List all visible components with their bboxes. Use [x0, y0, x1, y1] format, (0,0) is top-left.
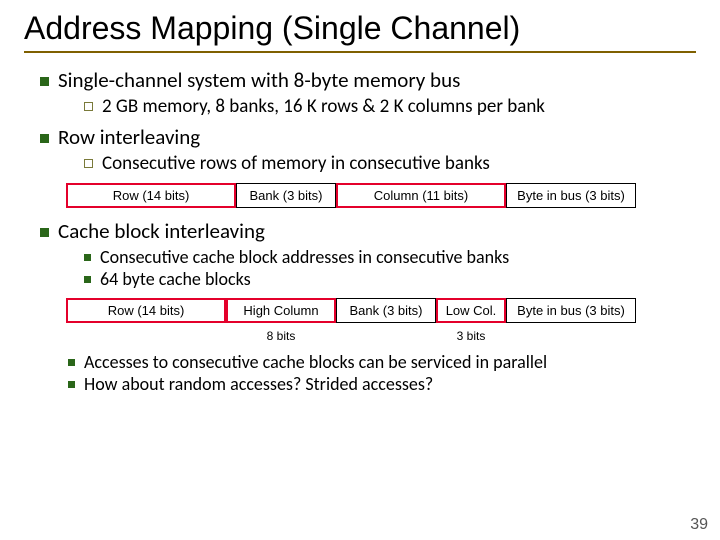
slide-title: Address Mapping (Single Channel) [24, 10, 696, 47]
bullet-1-1: 2 GB memory, 8 banks, 16 K rows & 2 K co… [84, 95, 696, 118]
bullet-3-3: Accesses to consecutive cache blocks can… [68, 351, 696, 373]
lbl-lowcol-bits: 3 bits [436, 329, 506, 343]
slide: Address Mapping (Single Channel) Single-… [0, 0, 720, 409]
bullet-list-3: Accesses to consecutive cache blocks can… [24, 351, 696, 395]
lbl-highcol-bits: 8 bits [226, 329, 336, 343]
bullet-3-3-text: Accesses to consecutive cache blocks can… [84, 351, 547, 373]
bullet-3-2: 64 byte cache blocks [84, 268, 696, 290]
bullet-1: Single-channel system with 8-byte memory… [40, 67, 696, 118]
diagram-cache-interleaving: Row (14 bits) High Column Bank (3 bits) … [66, 298, 696, 323]
bullet-2: Row interleaving Consecutive rows of mem… [40, 124, 696, 175]
page-number: 39 [690, 516, 708, 534]
lbl-spacer-3 [506, 329, 636, 343]
bullet-1-text: Single-channel system with 8-byte memory… [58, 67, 460, 93]
bullet-1-1-text: 2 GB memory, 8 banks, 16 K rows & 2 K co… [102, 95, 545, 118]
lbl-spacer-1 [66, 329, 226, 343]
cell2-bank: Bank (3 bits) [336, 298, 436, 323]
cell-column: Column (11 bits) [336, 183, 506, 208]
bullet-list: Single-channel system with 8-byte memory… [24, 67, 696, 175]
title-underline [24, 51, 696, 53]
cell2-lowcol: Low Col. [436, 298, 506, 323]
bullet-3-4: How about random accesses? Strided acces… [68, 373, 696, 395]
bullet-2-1-text: Consecutive rows of memory in consecutiv… [102, 152, 490, 175]
cell-row: Row (14 bits) [66, 183, 236, 208]
diagram-row-interleaving: Row (14 bits) Bank (3 bits) Column (11 b… [66, 183, 696, 208]
bullet-3: Cache block interleaving Consecutive cac… [40, 218, 696, 290]
cell2-row: Row (14 bits) [66, 298, 226, 323]
cell-bank: Bank (3 bits) [236, 183, 336, 208]
cell2-byte: Byte in bus (3 bits) [506, 298, 636, 323]
cell2-highcol: High Column [226, 298, 336, 323]
bullet-list-2: Cache block interleaving Consecutive cac… [24, 218, 696, 290]
bullet-3-4-text: How about random accesses? Strided acces… [84, 373, 433, 395]
diagram2-labels: 8 bits 3 bits [66, 329, 696, 343]
bullet-3-text: Cache block interleaving [58, 218, 265, 244]
cell-byte: Byte in bus (3 bits) [506, 183, 636, 208]
bullet-3-1: Consecutive cache block addresses in con… [84, 246, 696, 268]
bullet-3-1-text: Consecutive cache block addresses in con… [100, 246, 509, 268]
bullet-3-2-text: 64 byte cache blocks [100, 268, 251, 290]
lbl-spacer-2 [336, 329, 436, 343]
bullet-2-text: Row interleaving [58, 124, 200, 150]
bullet-2-1: Consecutive rows of memory in consecutiv… [84, 152, 696, 175]
